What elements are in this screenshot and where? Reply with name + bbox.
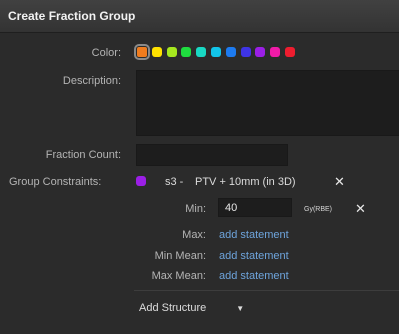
color-swatch[interactable] (284, 47, 295, 57)
color-swatch[interactable] (134, 44, 150, 60)
dialog-title: Create Fraction Group (8, 9, 136, 23)
fraction-count-input[interactable] (136, 144, 288, 166)
color-swatches (134, 44, 300, 60)
group-constraints-label: Group Constraints: (9, 176, 102, 188)
remove-min-close-icon[interactable]: ✕ (355, 201, 366, 217)
color-swatch[interactable] (225, 47, 236, 57)
color-swatch[interactable] (270, 47, 281, 57)
color-swatch[interactable] (166, 47, 177, 57)
max-label: Max: (182, 229, 206, 241)
color-swatch[interactable] (151, 47, 162, 57)
min-label: Min: (185, 203, 206, 215)
max-mean-label: Max Mean: (151, 270, 206, 282)
color-swatch[interactable] (240, 47, 251, 57)
chevron-down-icon: ▼ (236, 303, 245, 313)
min-mean-add-statement-link[interactable]: add statement (219, 250, 289, 262)
structure-id: s3 - (165, 176, 184, 188)
description-input[interactable] (136, 70, 399, 136)
min-unit: Gy(RBE) (304, 206, 332, 213)
structure-name: PTV + 10mm (in 3D) (195, 176, 296, 188)
description-label: Description: (62, 75, 121, 87)
divider (134, 290, 399, 291)
dialog-header: Create Fraction Group (0, 0, 399, 33)
max-mean-add-statement-link[interactable]: add statement (219, 270, 289, 282)
remove-structure-close-icon[interactable]: ✕ (334, 174, 345, 190)
color-swatch[interactable] (196, 47, 207, 57)
max-add-statement-link[interactable]: add statement (219, 229, 289, 241)
create-fraction-group-dialog: Create Fraction Group Color: Description… (0, 0, 399, 334)
structure-color-chip (136, 176, 146, 186)
color-swatch[interactable] (210, 47, 221, 57)
add-structure-label: Add Structure (139, 302, 207, 314)
min-dose-input[interactable] (218, 198, 292, 217)
color-swatch[interactable] (255, 47, 266, 57)
min-mean-label: Min Mean: (154, 250, 206, 262)
fraction-count-label: Fraction Count: (45, 149, 121, 161)
add-structure-dropdown[interactable]: Add Structure ▼ (134, 298, 244, 318)
color-label: Color: (91, 47, 121, 59)
color-swatch[interactable] (181, 47, 192, 57)
